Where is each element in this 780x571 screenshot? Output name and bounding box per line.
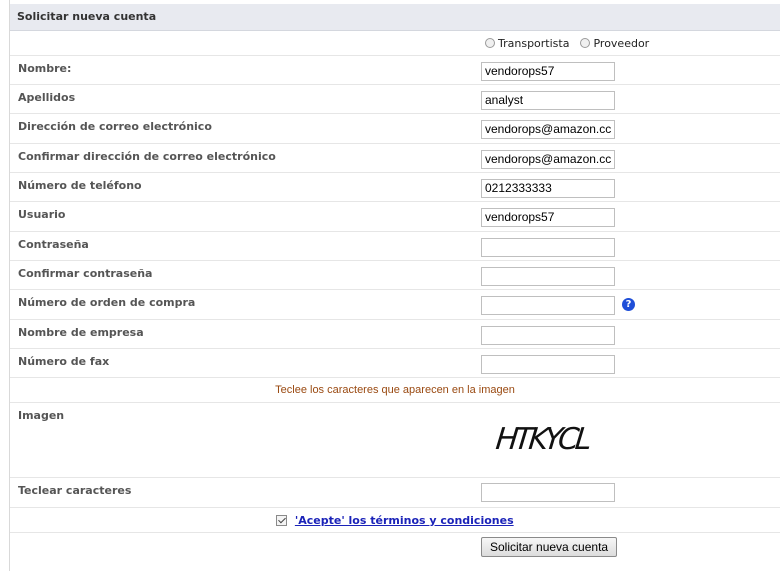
email-confirm-row: Confirmar dirección de correo electrónic… xyxy=(10,144,780,173)
submit-button[interactable]: Solicitar nueva cuenta xyxy=(481,537,618,557)
captcha-instruction-row: Teclee los caracteres que aparecen en la… xyxy=(10,378,780,403)
nombre-label: Nombre: xyxy=(18,62,72,75)
question-mark-circle-icon[interactable]: ? xyxy=(622,298,635,311)
usuario-label: Usuario xyxy=(18,208,66,221)
fax-row: Número de fax xyxy=(10,349,780,378)
empresa-row: Nombre de empresa xyxy=(10,320,780,349)
contrasena-confirm-input[interactable] xyxy=(481,267,615,286)
contrasena-row: Contraseña xyxy=(10,232,780,261)
apellidos-label: Apellidos xyxy=(18,91,76,104)
usuario-input[interactable]: vendorops57 xyxy=(481,208,615,227)
orden-compra-label: Número de orden de compra xyxy=(18,296,196,309)
captcha-input-row: Teclear caracteres xyxy=(10,478,780,508)
proveedor-radio[interactable]: Proveedor xyxy=(580,37,649,50)
proveedor-label[interactable]: Proveedor xyxy=(593,37,649,50)
contrasena-confirm-row: Confirmar contraseña xyxy=(10,261,780,290)
fax-input[interactable] xyxy=(481,355,615,374)
captcha-instruction: Teclee los caracteres que aparecen en la… xyxy=(275,384,515,396)
terms-checkbox[interactable] xyxy=(276,515,288,526)
contrasena-label: Contraseña xyxy=(18,238,89,251)
fax-label: Número de fax xyxy=(18,355,110,368)
telefono-label: Número de teléfono xyxy=(18,179,142,192)
nombre-input[interactable]: vendorops57 xyxy=(481,62,615,81)
email-input[interactable]: vendorops@amazon.cc xyxy=(481,120,615,139)
apellidos-row: Apellidos analyst xyxy=(10,85,780,114)
captcha-image-row: Imagen HTKYCL xyxy=(10,403,780,478)
email-confirm-label: Confirmar dirección de correo electrónic… xyxy=(18,150,276,163)
transportista-radio[interactable]: Transportista xyxy=(485,37,569,50)
nombre-row: Nombre: vendorops57 xyxy=(10,56,780,85)
captcha-input-label: Teclear caracteres xyxy=(18,484,132,497)
usuario-row: Usuario vendorops57 xyxy=(10,202,780,232)
contrasena-confirm-label: Confirmar contraseña xyxy=(18,267,153,280)
telefono-input[interactable]: 0212333333 xyxy=(481,179,615,198)
captcha-image-label: Imagen xyxy=(18,409,65,422)
captcha-input[interactable] xyxy=(481,483,615,502)
email-confirm-input[interactable]: vendorops@amazon.cc xyxy=(481,150,615,169)
empresa-input[interactable] xyxy=(481,326,615,345)
account-type-row: Transportista Proveedor xyxy=(10,31,780,56)
contrasena-input[interactable] xyxy=(481,238,615,257)
email-label: Dirección de correo electrónico xyxy=(18,120,212,133)
apellidos-input[interactable]: analyst xyxy=(481,91,615,110)
terms-link[interactable]: 'Acepte' los términos y condiciones xyxy=(295,514,514,527)
form-title: Solicitar nueva cuenta xyxy=(10,4,780,31)
email-row: Dirección de correo electrónico vendorop… xyxy=(10,114,780,144)
transportista-label[interactable]: Transportista xyxy=(498,37,569,50)
submit-row: Solicitar nueva cuenta xyxy=(10,533,780,563)
captcha-text: HTKYCL xyxy=(494,422,592,457)
request-account-form: Solicitar nueva cuenta Transportista Pro… xyxy=(10,4,780,563)
telefono-row: Número de teléfono 0212333333 xyxy=(10,173,780,202)
captcha-image: HTKYCL xyxy=(494,419,624,457)
captcha-graphic: HTKYCL xyxy=(494,422,592,457)
terms-row: 'Acepte' los términos y condiciones xyxy=(10,508,780,533)
empresa-label: Nombre de empresa xyxy=(18,326,144,339)
orden-compra-row: Número de orden de compra ? xyxy=(10,290,780,320)
orden-compra-input[interactable] xyxy=(481,296,615,315)
